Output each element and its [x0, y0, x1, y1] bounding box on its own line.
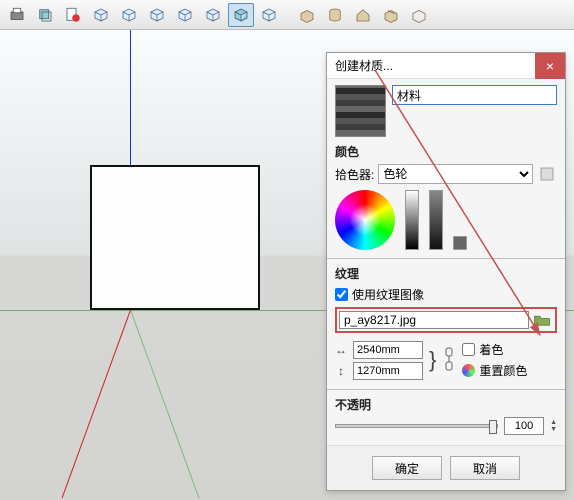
cancel-button[interactable]: 取消	[450, 456, 520, 480]
material-name-input[interactable]	[392, 85, 557, 105]
toolbar-iso-active[interactable]	[228, 3, 254, 27]
reset-color-icon[interactable]	[462, 364, 475, 377]
dialog-title-text: 创建材质...	[335, 57, 393, 74]
use-texture-label: 使用纹理图像	[352, 286, 424, 303]
model-rectangle[interactable]	[90, 165, 260, 310]
ok-button[interactable]: 确定	[372, 456, 442, 480]
link-aspect-icon[interactable]	[442, 346, 456, 375]
picker-dropdown-icon[interactable]	[537, 164, 557, 184]
toolbar-iso1[interactable]	[88, 3, 114, 27]
toolbar-iso6[interactable]	[256, 3, 282, 27]
toolbar-box3[interactable]	[406, 3, 432, 27]
reset-color-label: 重置颜色	[479, 362, 527, 379]
texture-height-input[interactable]	[353, 362, 423, 380]
main-toolbar	[0, 0, 574, 30]
color-section-label: 颜色	[335, 143, 557, 160]
toolbar-printer[interactable]	[4, 3, 30, 27]
colorize-checkbox[interactable]	[462, 343, 475, 356]
toolbar-house[interactable]	[350, 3, 376, 27]
color-sample[interactable]	[453, 236, 467, 250]
opacity-section-label: 不透明	[335, 396, 557, 413]
use-texture-checkbox[interactable]	[335, 288, 348, 301]
brace-icon: }	[429, 351, 436, 369]
texture-width-input[interactable]	[353, 341, 423, 359]
colorize-label: 着色	[479, 341, 503, 358]
texture-file-input[interactable]	[339, 311, 529, 329]
toolbar-shadowbox[interactable]	[32, 3, 58, 27]
color-wheel[interactable]	[335, 190, 395, 250]
toolbar-warning[interactable]	[60, 3, 86, 27]
toolbar-iso4[interactable]	[172, 3, 198, 27]
opacity-slider[interactable]	[335, 424, 498, 428]
opacity-input[interactable]	[504, 417, 544, 435]
picker-label: 拾色器:	[335, 166, 374, 183]
value-gradient[interactable]	[405, 190, 419, 250]
texture-section-label: 纹理	[335, 265, 557, 282]
texture-file-row	[335, 307, 557, 333]
picker-select[interactable]: 色轮	[378, 164, 533, 184]
width-icon: ↔	[335, 343, 347, 357]
material-preview	[335, 85, 386, 137]
toolbar-openbox[interactable]	[378, 3, 404, 27]
create-material-dialog: 创建材质... × 颜色 拾色器: 色轮 纹理 使用纹理图像	[326, 52, 566, 491]
toolbar-iso2[interactable]	[116, 3, 142, 27]
alpha-gradient[interactable]	[429, 190, 443, 250]
toolbar-iso3[interactable]	[144, 3, 170, 27]
toolbar-cylinder[interactable]	[322, 3, 348, 27]
height-icon: ↕	[335, 364, 347, 378]
close-button[interactable]: ×	[535, 53, 565, 79]
toolbar-box[interactable]	[294, 3, 320, 27]
axis-red	[62, 310, 131, 498]
browse-button[interactable]	[531, 311, 553, 329]
toolbar-iso5[interactable]	[200, 3, 226, 27]
spinner-icon[interactable]: ▲▼	[550, 419, 557, 433]
axis-green-neg	[130, 310, 199, 498]
dialog-titlebar[interactable]: 创建材质... ×	[327, 53, 565, 79]
